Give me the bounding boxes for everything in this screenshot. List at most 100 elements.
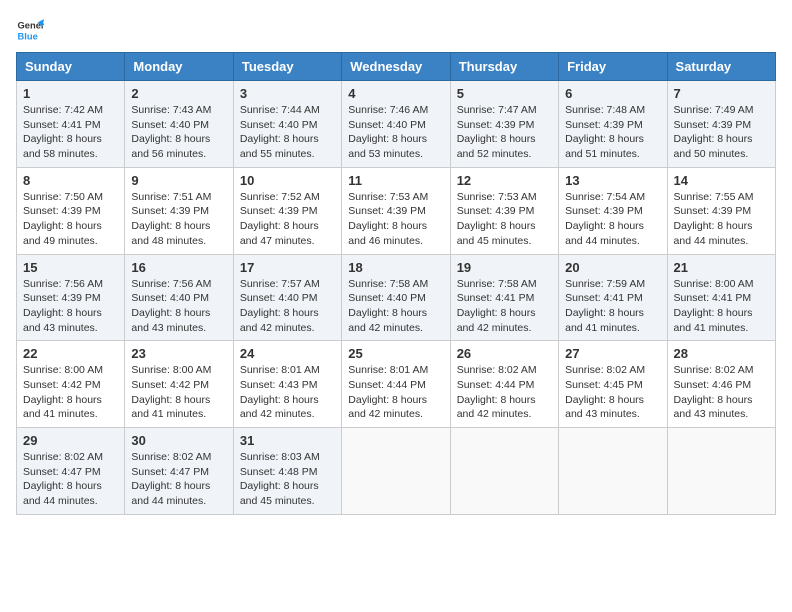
- day-number: 23: [131, 346, 226, 361]
- day-number: 22: [23, 346, 118, 361]
- day-number: 3: [240, 86, 335, 101]
- calendar-cell: 6 Sunrise: 7:48 AMSunset: 4:39 PMDaylight…: [559, 81, 667, 168]
- calendar-cell: 21 Sunrise: 8:00 AMSunset: 4:41 PMDayligh…: [667, 254, 775, 341]
- day-number: 1: [23, 86, 118, 101]
- calendar-cell: 7 Sunrise: 7:49 AMSunset: 4:39 PMDaylight…: [667, 81, 775, 168]
- calendar-cell: 18 Sunrise: 7:58 AMSunset: 4:40 PMDayligh…: [342, 254, 450, 341]
- day-detail: Sunrise: 8:03 AMSunset: 4:48 PMDaylight:…: [240, 450, 335, 509]
- day-number: 17: [240, 260, 335, 275]
- day-detail: Sunrise: 7:51 AMSunset: 4:39 PMDaylight:…: [131, 190, 226, 249]
- day-number: 15: [23, 260, 118, 275]
- calendar-cell: 15Sunrise: 7:56 AMSunset: 4:39 PMDayligh…: [17, 254, 125, 341]
- calendar-cell: 29 Sunrise: 8:02 AMSunset: 4:47 PMDayligh…: [17, 428, 125, 515]
- weekday-header: Thursday: [450, 53, 558, 81]
- calendar-cell: 13 Sunrise: 7:54 AMSunset: 4:39 PMDayligh…: [559, 167, 667, 254]
- day-number: 5: [457, 86, 552, 101]
- calendar-cell: 14 Sunrise: 7:55 AMSunset: 4:39 PMDayligh…: [667, 167, 775, 254]
- calendar-cell: 28Sunrise: 8:02 AMSunset: 4:46 PMDayligh…: [667, 341, 775, 428]
- day-detail: Sunrise: 8:01 AMSunset: 4:43 PMDaylight:…: [240, 363, 335, 422]
- day-detail: Sunrise: 7:44 AMSunset: 4:40 PMDaylight:…: [240, 103, 335, 162]
- weekday-header: Saturday: [667, 53, 775, 81]
- day-number: 16: [131, 260, 226, 275]
- day-detail: Sunrise: 7:42 AMSunset: 4:41 PMDaylight:…: [23, 103, 118, 162]
- day-detail: Sunrise: 7:55 AMSunset: 4:39 PMDaylight:…: [674, 190, 769, 249]
- day-detail: Sunrise: 7:49 AMSunset: 4:39 PMDaylight:…: [674, 103, 769, 162]
- day-number: 10: [240, 173, 335, 188]
- day-detail: Sunrise: 8:02 AMSunset: 4:44 PMDaylight:…: [457, 363, 552, 422]
- day-number: 30: [131, 433, 226, 448]
- calendar-cell: 25Sunrise: 8:01 AMSunset: 4:44 PMDayligh…: [342, 341, 450, 428]
- calendar-cell: [342, 428, 450, 515]
- calendar-cell: [667, 428, 775, 515]
- weekday-header: Wednesday: [342, 53, 450, 81]
- day-detail: Sunrise: 8:02 AMSunset: 4:47 PMDaylight:…: [23, 450, 118, 509]
- weekday-header: Sunday: [17, 53, 125, 81]
- day-detail: Sunrise: 7:56 AMSunset: 4:40 PMDaylight:…: [131, 277, 226, 336]
- page-header: General Blue: [16, 16, 776, 44]
- day-detail: Sunrise: 8:00 AMSunset: 4:42 PMDaylight:…: [23, 363, 118, 422]
- calendar-week-row: 15Sunrise: 7:56 AMSunset: 4:39 PMDayligh…: [17, 254, 776, 341]
- calendar-cell: 8 Sunrise: 7:50 AMSunset: 4:39 PMDaylight…: [17, 167, 125, 254]
- day-number: 6: [565, 86, 660, 101]
- day-detail: Sunrise: 7:54 AMSunset: 4:39 PMDaylight:…: [565, 190, 660, 249]
- calendar-table: SundayMondayTuesdayWednesdayThursdayFrid…: [16, 52, 776, 515]
- day-detail: Sunrise: 8:02 AMSunset: 4:45 PMDaylight:…: [565, 363, 660, 422]
- calendar-cell: 30Sunrise: 8:02 AMSunset: 4:47 PMDayligh…: [125, 428, 233, 515]
- calendar-cell: 10 Sunrise: 7:52 AMSunset: 4:39 PMDayligh…: [233, 167, 341, 254]
- day-number: 24: [240, 346, 335, 361]
- logo: General Blue: [16, 16, 48, 44]
- day-detail: Sunrise: 7:52 AMSunset: 4:39 PMDaylight:…: [240, 190, 335, 249]
- calendar-cell: 12 Sunrise: 7:53 AMSunset: 4:39 PMDayligh…: [450, 167, 558, 254]
- calendar-cell: 23Sunrise: 8:00 AMSunset: 4:42 PMDayligh…: [125, 341, 233, 428]
- day-detail: Sunrise: 7:48 AMSunset: 4:39 PMDaylight:…: [565, 103, 660, 162]
- calendar-cell: 11Sunrise: 7:53 AMSunset: 4:39 PMDayligh…: [342, 167, 450, 254]
- calendar-cell: 22 Sunrise: 8:00 AMSunset: 4:42 PMDayligh…: [17, 341, 125, 428]
- day-detail: Sunrise: 8:01 AMSunset: 4:44 PMDaylight:…: [348, 363, 443, 422]
- svg-text:Blue: Blue: [18, 31, 38, 41]
- day-number: 13: [565, 173, 660, 188]
- weekday-header: Tuesday: [233, 53, 341, 81]
- weekday-header-row: SundayMondayTuesdayWednesdayThursdayFrid…: [17, 53, 776, 81]
- day-number: 27: [565, 346, 660, 361]
- calendar-cell: 19 Sunrise: 7:58 AMSunset: 4:41 PMDayligh…: [450, 254, 558, 341]
- day-number: 12: [457, 173, 552, 188]
- day-detail: Sunrise: 7:50 AMSunset: 4:39 PMDaylight:…: [23, 190, 118, 249]
- day-number: 31: [240, 433, 335, 448]
- calendar-cell: 1 Sunrise: 7:42 AMSunset: 4:41 PMDaylight…: [17, 81, 125, 168]
- calendar-cell: 16 Sunrise: 7:56 AMSunset: 4:40 PMDayligh…: [125, 254, 233, 341]
- day-detail: Sunrise: 7:53 AMSunset: 4:39 PMDaylight:…: [457, 190, 552, 249]
- calendar-week-row: 22 Sunrise: 8:00 AMSunset: 4:42 PMDayligh…: [17, 341, 776, 428]
- day-number: 29: [23, 433, 118, 448]
- day-number: 21: [674, 260, 769, 275]
- day-number: 4: [348, 86, 443, 101]
- calendar-cell: [559, 428, 667, 515]
- day-detail: Sunrise: 7:57 AMSunset: 4:40 PMDaylight:…: [240, 277, 335, 336]
- day-detail: Sunrise: 7:58 AMSunset: 4:40 PMDaylight:…: [348, 277, 443, 336]
- day-detail: Sunrise: 7:58 AMSunset: 4:41 PMDaylight:…: [457, 277, 552, 336]
- calendar-cell: 4 Sunrise: 7:46 AMSunset: 4:40 PMDaylight…: [342, 81, 450, 168]
- day-number: 26: [457, 346, 552, 361]
- day-detail: Sunrise: 7:47 AMSunset: 4:39 PMDaylight:…: [457, 103, 552, 162]
- calendar-cell: [450, 428, 558, 515]
- day-number: 7: [674, 86, 769, 101]
- day-detail: Sunrise: 7:53 AMSunset: 4:39 PMDaylight:…: [348, 190, 443, 249]
- calendar-week-row: 8 Sunrise: 7:50 AMSunset: 4:39 PMDaylight…: [17, 167, 776, 254]
- day-detail: Sunrise: 7:43 AMSunset: 4:40 PMDaylight:…: [131, 103, 226, 162]
- day-detail: Sunrise: 8:00 AMSunset: 4:41 PMDaylight:…: [674, 277, 769, 336]
- calendar-cell: 3 Sunrise: 7:44 AMSunset: 4:40 PMDaylight…: [233, 81, 341, 168]
- day-number: 19: [457, 260, 552, 275]
- calendar-cell: 2 Sunrise: 7:43 AMSunset: 4:40 PMDaylight…: [125, 81, 233, 168]
- day-number: 8: [23, 173, 118, 188]
- calendar-cell: 5 Sunrise: 7:47 AMSunset: 4:39 PMDaylight…: [450, 81, 558, 168]
- day-number: 20: [565, 260, 660, 275]
- calendar-cell: 17 Sunrise: 7:57 AMSunset: 4:40 PMDayligh…: [233, 254, 341, 341]
- day-detail: Sunrise: 7:46 AMSunset: 4:40 PMDaylight:…: [348, 103, 443, 162]
- day-detail: Sunrise: 7:59 AMSunset: 4:41 PMDaylight:…: [565, 277, 660, 336]
- weekday-header: Friday: [559, 53, 667, 81]
- day-number: 18: [348, 260, 443, 275]
- day-number: 2: [131, 86, 226, 101]
- day-number: 9: [131, 173, 226, 188]
- calendar-cell: 27 Sunrise: 8:02 AMSunset: 4:45 PMDayligh…: [559, 341, 667, 428]
- day-number: 14: [674, 173, 769, 188]
- calendar-cell: 26 Sunrise: 8:02 AMSunset: 4:44 PMDayligh…: [450, 341, 558, 428]
